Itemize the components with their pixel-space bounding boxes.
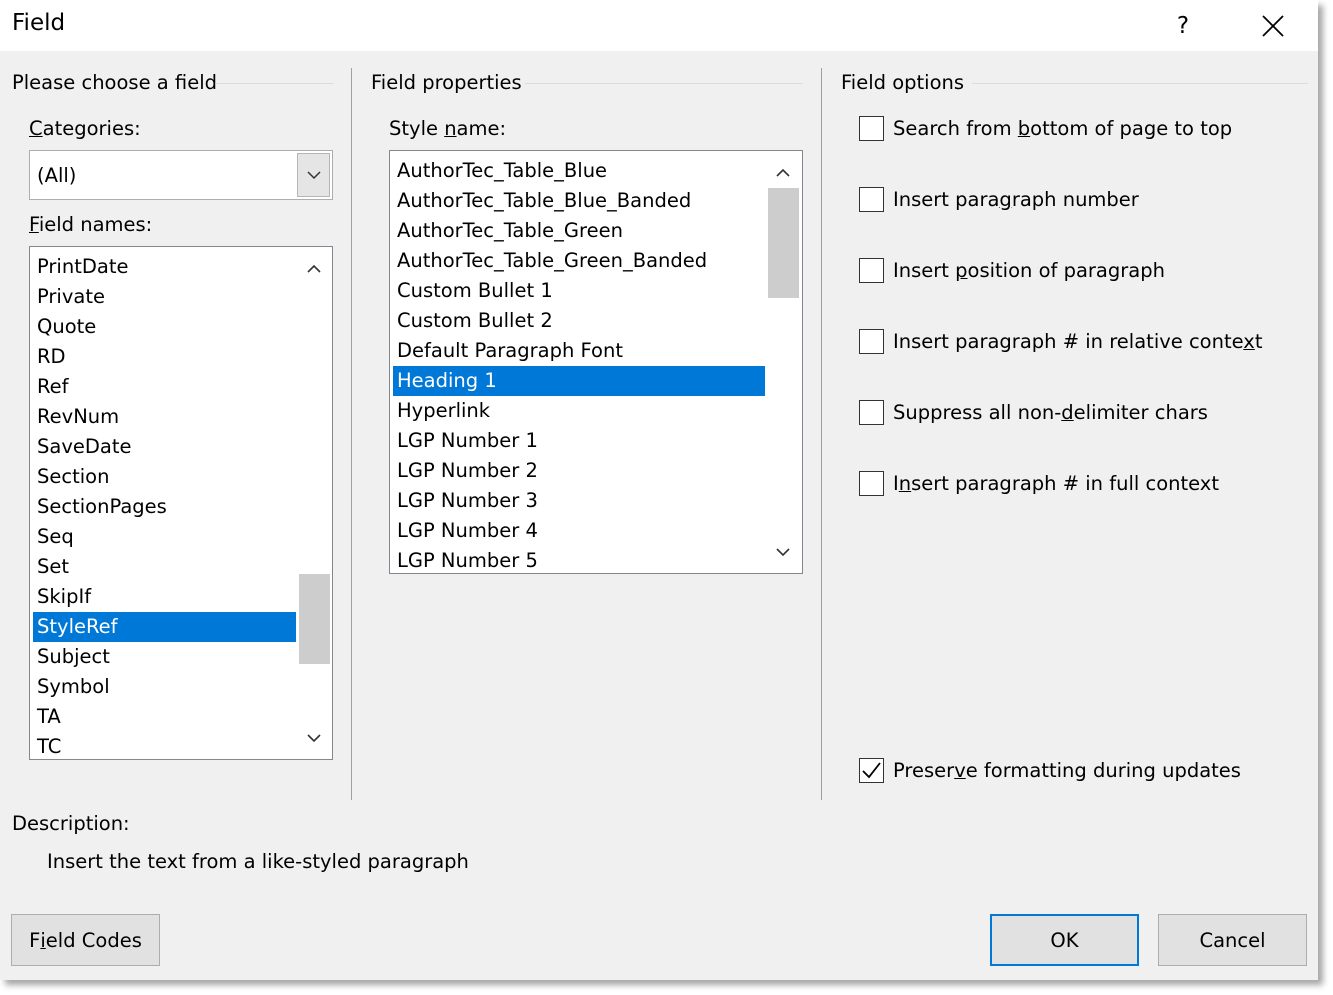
chevron-down-icon <box>307 733 321 742</box>
option-checkbox[interactable] <box>859 400 884 425</box>
style-name-item[interactable]: Custom Bullet 1 <box>393 276 765 306</box>
field-name-item[interactable]: Subject <box>33 642 296 672</box>
chevron-up-icon <box>307 264 321 273</box>
field-name-item[interactable]: Set <box>33 552 296 582</box>
description-text: Insert the text from a like-styled parag… <box>47 850 469 873</box>
option-label[interactable]: Insert paragraph # in full context <box>893 472 1219 495</box>
field-properties-group-title: Field properties <box>371 71 522 94</box>
option-label[interactable]: Insert paragraph number <box>893 188 1139 211</box>
option-checkbox[interactable] <box>859 329 884 354</box>
style-name-item[interactable]: Custom Bullet 2 <box>393 306 765 336</box>
field-name-item[interactable]: Symbol <box>33 672 296 702</box>
style-name-item[interactable]: LGP Number 1 <box>393 426 765 456</box>
field-codes-button[interactable]: Fi eld Codes <box>11 914 160 966</box>
separator-left <box>351 68 352 800</box>
field-name-item[interactable]: Section <box>33 462 296 492</box>
option-checkbox[interactable] <box>859 258 884 283</box>
option-checkbox[interactable] <box>859 116 884 141</box>
scroll-up-button[interactable] <box>766 157 800 187</box>
choose-field-group-title: Please choose a field <box>12 71 217 94</box>
chevron-down-icon <box>306 170 321 179</box>
chevron-down-icon <box>776 547 790 556</box>
scroll-down-button[interactable] <box>766 537 800 567</box>
field-name-item[interactable]: TC <box>33 732 296 759</box>
left-group-line <box>216 83 334 84</box>
help-button[interactable]: ? <box>1160 0 1206 51</box>
close-icon <box>1262 14 1284 37</box>
style-name-label: Style name: <box>389 117 507 140</box>
categories-label: Categories: <box>29 117 141 140</box>
style-name-item[interactable]: LGP Number 3 <box>393 486 765 516</box>
title-bar: Field ? <box>0 0 1318 51</box>
field-name-item[interactable]: SkipIf <box>33 582 296 612</box>
option-checkbox[interactable] <box>859 471 884 496</box>
option-label[interactable]: Suppress all non-delimiter chars <box>893 401 1208 424</box>
dialog-title: Field <box>12 10 66 36</box>
close-button[interactable] <box>1248 0 1298 51</box>
field-name-item[interactable]: RD <box>33 342 296 372</box>
option-label[interactable]: Search from bottom of page to top <box>893 117 1232 140</box>
style-name-list[interactable]: AuthorTec_Table_Blue AuthorTec_Table_Blue… <box>389 150 803 574</box>
field-options-group-title: Field options <box>841 71 965 94</box>
style-name-item[interactable]: Heading 1 <box>393 366 765 396</box>
cancel-button[interactable]: Cancel <box>1158 914 1307 966</box>
preserve-formatting-label[interactable]: Preserve formatting during updates <box>893 759 1241 782</box>
field-name-item[interactable]: PrintDate <box>33 252 296 282</box>
preserve-formatting-checkbox[interactable] <box>859 758 884 783</box>
field-dialog: Field ? Please choose a field Categories… <box>0 0 1318 980</box>
field-name-item[interactable]: Seq <box>33 522 296 552</box>
field-names-list[interactable]: PrintDate Private Quote RD Ref RevNum SaveDate… <box>29 246 333 760</box>
field-name-item[interactable]: TA <box>33 702 296 732</box>
scroll-thumb[interactable] <box>299 574 330 664</box>
field-names-scrollbar[interactable] <box>297 247 331 759</box>
field-name-item[interactable]: Ref <box>33 372 296 402</box>
option-checkbox[interactable] <box>859 187 884 212</box>
categories-dropdown-arrow[interactable] <box>297 153 330 197</box>
chevron-up-icon <box>776 168 790 177</box>
field-name-item[interactable]: Private <box>33 282 296 312</box>
ok-button[interactable]: OK <box>990 914 1139 966</box>
style-name-item[interactable]: LGP Number 5 <box>393 546 765 573</box>
field-names-label: Field names: <box>29 213 153 236</box>
categories-dropdown[interactable]: (All) <box>29 150 333 200</box>
option-label[interactable]: Insert paragraph # in relative context <box>893 330 1262 353</box>
field-name-item[interactable]: SaveDate <box>33 432 296 462</box>
field-name-item[interactable]: StyleRef <box>33 612 296 642</box>
style-name-item[interactable]: AuthorTec_Table_Green <box>393 216 765 246</box>
field-name-item[interactable]: RevNum <box>33 402 296 432</box>
description-label: Description: <box>12 812 130 835</box>
style-name-item[interactable]: Hyperlink <box>393 396 765 426</box>
style-name-item[interactable]: LGP Number 2 <box>393 456 765 486</box>
right-group-line <box>972 83 1308 84</box>
option-label[interactable]: Insert position of paragraph <box>893 259 1165 282</box>
style-name-scrollbar[interactable] <box>766 151 800 573</box>
style-name-item[interactable]: AuthorTec_Table_Green_Banded <box>393 246 765 276</box>
style-name-item[interactable]: AuthorTec_Table_Blue <box>393 156 765 186</box>
scroll-up-button[interactable] <box>297 253 331 283</box>
separator-right <box>821 68 822 800</box>
field-name-item[interactable]: SectionPages <box>33 492 296 522</box>
scroll-down-button[interactable] <box>297 723 331 753</box>
style-name-item[interactable]: Default Paragraph Font <box>393 336 765 366</box>
style-name-item[interactable]: LGP Number 4 <box>393 516 765 546</box>
middle-group-line <box>525 83 803 84</box>
field-name-item[interactable]: Quote <box>33 312 296 342</box>
categories-value: (All) <box>37 164 77 187</box>
style-name-item[interactable]: AuthorTec_Table_Blue_Banded <box>393 186 765 216</box>
checkmark-icon <box>862 762 881 779</box>
scroll-thumb[interactable] <box>768 188 799 298</box>
